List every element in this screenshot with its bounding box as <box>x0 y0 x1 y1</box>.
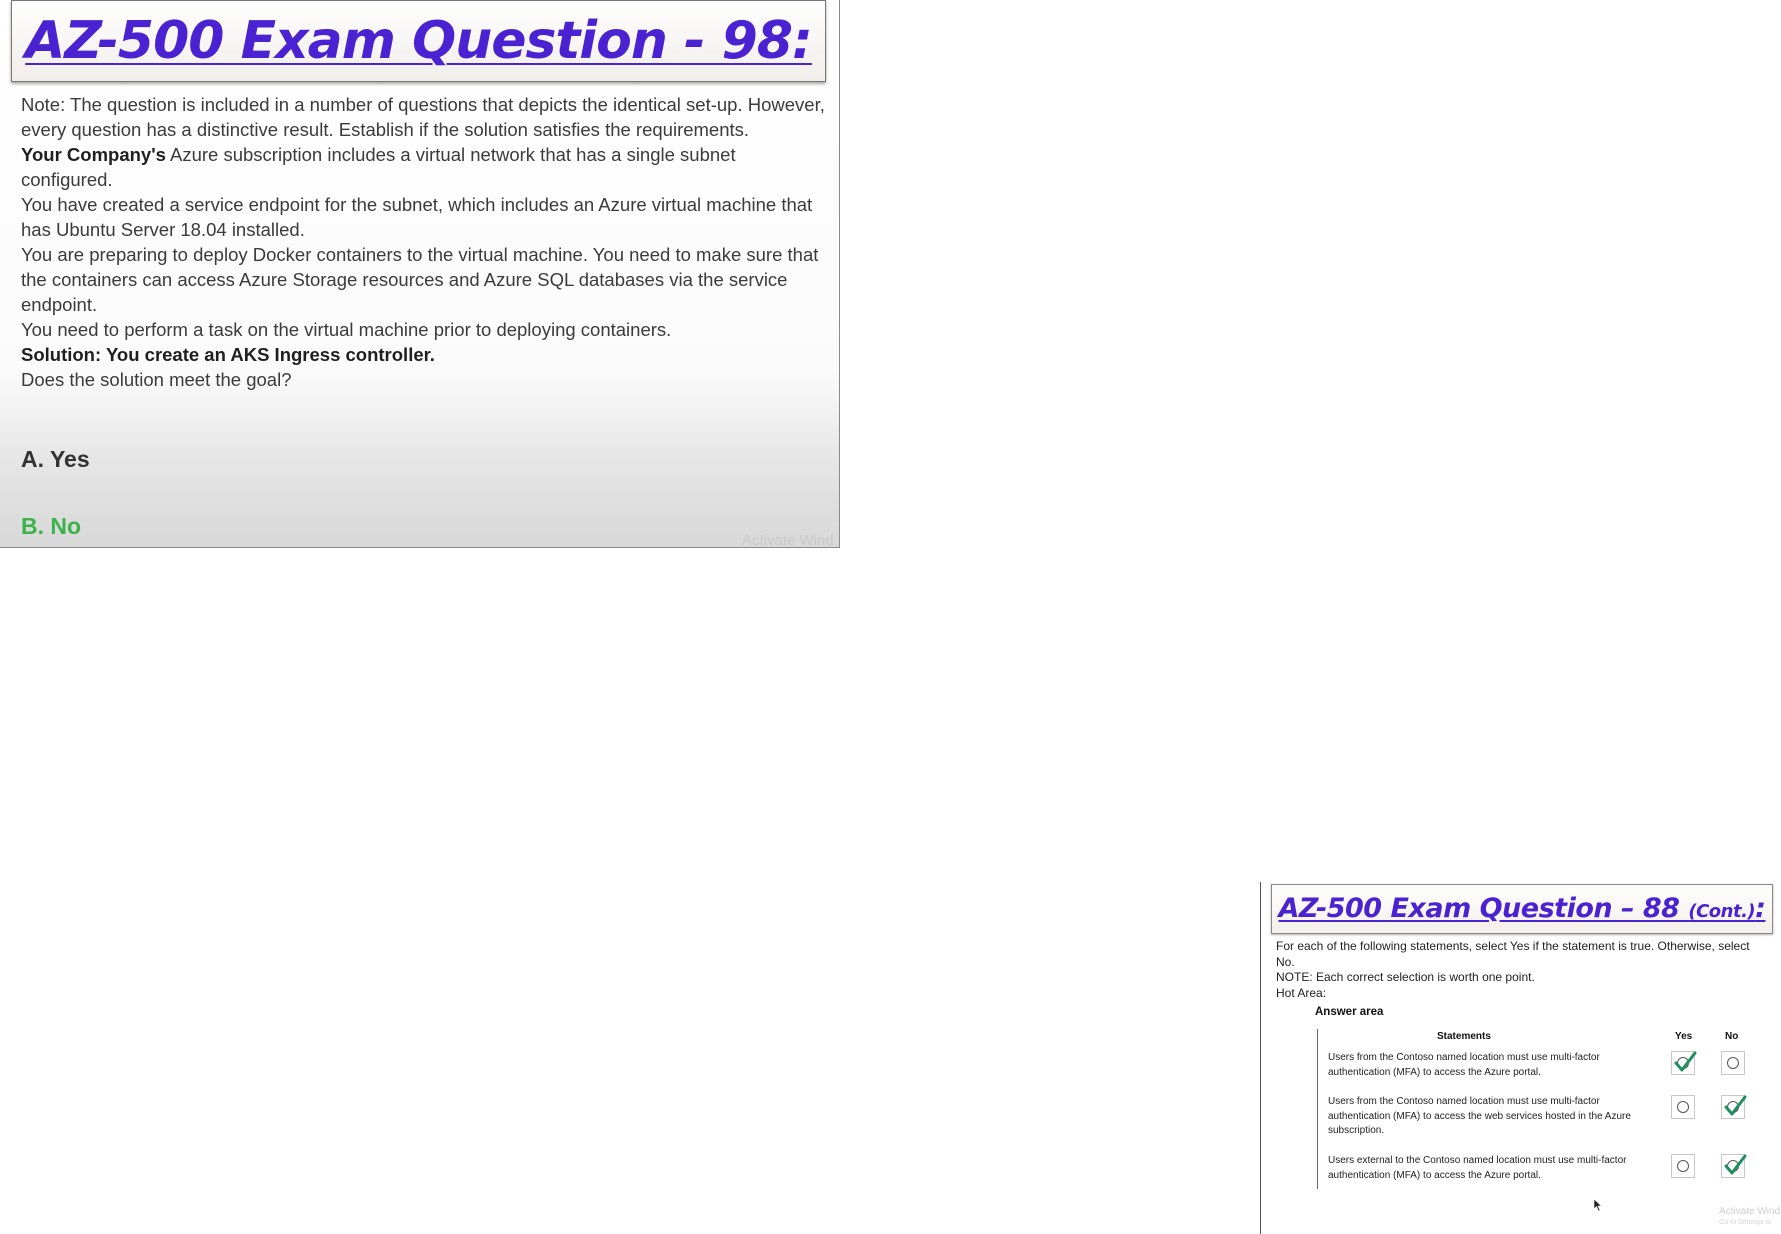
activate-windows-watermark: Activate Wind <box>742 532 834 548</box>
mouse-cursor-icon <box>1593 1198 1603 1212</box>
option-a: A. Yes <box>21 446 90 472</box>
radio-no-row-3[interactable] <box>1721 1154 1747 1178</box>
radio-no-row-1[interactable] <box>1721 1051 1745 1075</box>
answer-area-label: Answer area <box>1315 1006 1384 1018</box>
activate-windows-watermark: Activate Wind <box>1719 1206 1781 1217</box>
paragraph-docker: You are preparing to deploy Docker conta… <box>21 242 831 317</box>
slide-title: AZ-500 Exam Question – 88 (Cont.): <box>1279 893 1766 924</box>
paragraph-text: You are preparing to deploy Docker conta… <box>21 244 819 315</box>
radio-no-row-2[interactable] <box>1721 1095 1747 1119</box>
question-body: Note: The question is included in a numb… <box>21 92 831 392</box>
radio-circle-icon <box>1677 1160 1689 1172</box>
solution-text: Solution: You create an AKS Ingress cont… <box>21 344 435 365</box>
paragraph-text: You need to perform a task on the virtua… <box>21 319 672 340</box>
title-banner: AZ-500 Exam Question - 98: <box>11 0 826 82</box>
statement-row-3: Users external to the Contoso named loca… <box>1328 1155 1627 1181</box>
paragraph-task: You need to perform a task on the virtua… <box>21 317 831 342</box>
header-no: No <box>1725 1031 1739 1042</box>
company-label: Your Company's <box>21 144 166 165</box>
answer-table: Statements Yes No Users from the Contoso… <box>1317 1029 1758 1189</box>
header-yes: Yes <box>1675 1031 1693 1042</box>
statement-row-1: Users from the Contoso named location mu… <box>1328 1052 1600 1078</box>
slide-question-98: AZ-500 Exam Question - 98: Note: The que… <box>0 0 840 548</box>
question-line: Does the solution meet the goal? <box>21 369 292 390</box>
title-cont: (Cont.) <box>1688 901 1756 922</box>
checkmark-icon <box>1724 1154 1747 1175</box>
instruction-line: NOTE: Each correct selection is worth on… <box>1276 970 1535 984</box>
checkmark-icon <box>1724 1095 1747 1116</box>
radio-circle-icon <box>1727 1057 1739 1069</box>
instruction-line: For each of the following statements, se… <box>1276 939 1750 969</box>
title-banner: AZ-500 Exam Question – 88 (Cont.): <box>1271 884 1773 934</box>
radio-yes-row-3[interactable] <box>1671 1154 1695 1178</box>
radio-yes-row-1[interactable] <box>1671 1051 1697 1075</box>
statement-row-2: Users from the Contoso named location mu… <box>1328 1096 1631 1136</box>
paragraph-endpoint: You have created a service endpoint for … <box>21 192 831 242</box>
solution-line: Solution: You create an AKS Ingress cont… <box>21 342 831 367</box>
option-b-correct: B. No <box>21 513 82 539</box>
settings-watermark: Go to Settings to <box>1719 1219 1772 1226</box>
title-main: AZ-500 Exam Question – 88 <box>1278 893 1689 924</box>
paragraph-text: Note: The question is included in a numb… <box>21 94 825 140</box>
header-statements: Statements <box>1437 1031 1491 1042</box>
instruction-line: Hot Area: <box>1276 985 1327 1000</box>
radio-circle-icon <box>1677 1101 1689 1113</box>
slide-question-88-cont: AZ-500 Exam Question – 88 (Cont.): For e… <box>1260 882 1781 1234</box>
checkmark-icon <box>1674 1051 1697 1072</box>
slide-title: AZ-500 Exam Question - 98: <box>25 11 813 71</box>
instructions: For each of the following statements, se… <box>1276 939 1771 1001</box>
paragraph-text: You have created a service endpoint for … <box>21 194 813 240</box>
paragraph-note: Note: The question is included in a numb… <box>21 92 831 142</box>
radio-yes-row-2[interactable] <box>1671 1095 1695 1119</box>
paragraph-subscription: Your Company's Azure subscription includ… <box>21 142 831 192</box>
title-colon: : <box>1755 893 1766 924</box>
